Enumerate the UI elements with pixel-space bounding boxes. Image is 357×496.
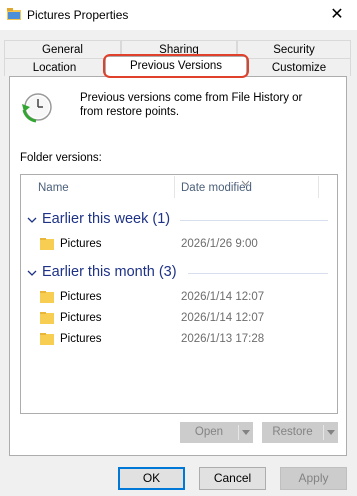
tab-customize[interactable]: Customize [247,58,351,76]
apply-button[interactable]: Apply [280,467,347,490]
title-bar: Pictures Properties ✕ [0,0,357,30]
close-button[interactable]: ✕ [317,0,357,30]
item-date: 2026/1/14 12:07 [181,312,265,324]
item-name: Pictures [60,312,102,324]
column-name-header[interactable]: Name [38,182,69,194]
restore-button-label: Restore [272,426,313,438]
cancel-button[interactable]: Cancel [199,467,266,490]
group-header-earlier-this-week[interactable]: Earlier this week (1) [42,211,170,227]
item-name: Pictures [60,333,102,345]
chevron-down-icon[interactable] [27,268,37,278]
item-date: 2026/1/14 12:07 [181,291,265,303]
item-date: 2026/1/13 17:28 [181,333,265,345]
chevron-down-icon[interactable] [242,430,250,435]
split-separator [323,425,324,440]
folder-icon [40,238,54,250]
folder-icon [7,8,21,20]
tab-previous-versions[interactable]: Previous Versions [105,56,247,77]
column-separator [318,176,319,198]
tab-general[interactable]: General [4,40,121,58]
column-separator [174,176,175,198]
open-button[interactable]: Open [180,422,253,443]
tab-security[interactable]: Security [237,40,351,58]
item-name: Pictures [60,238,102,250]
list-item[interactable]: Pictures 2026/1/14 12:07 [40,310,330,328]
column-date-modified-header[interactable]: Date modified [181,182,252,194]
info-text: Previous versions come from File History… [80,92,303,118]
list-item[interactable]: Pictures 2026/1/26 9:00 [40,236,330,254]
group-divider [188,273,328,274]
window-title: Pictures Properties [27,8,129,22]
split-separator [238,425,239,440]
folder-icon [40,291,54,303]
ok-button[interactable]: OK [118,467,185,490]
chevron-down-icon[interactable] [327,430,335,435]
folder-versions-label: Folder versions: [20,152,102,164]
tab-location[interactable]: Location [4,58,105,76]
item-date: 2026/1/26 9:00 [181,238,258,250]
restore-button[interactable]: Restore [262,422,338,443]
folder-icon [40,312,54,324]
file-history-icon [22,93,52,123]
open-button-label: Open [194,426,224,438]
list-item[interactable]: Pictures 2026/1/13 17:28 [40,331,330,349]
folder-icon [40,333,54,345]
list-item[interactable]: Pictures 2026/1/14 12:07 [40,289,330,307]
item-name: Pictures [60,291,102,303]
group-divider [180,220,328,221]
group-header-earlier-this-month[interactable]: Earlier this month (3) [42,264,177,280]
chevron-down-icon[interactable] [27,215,37,225]
